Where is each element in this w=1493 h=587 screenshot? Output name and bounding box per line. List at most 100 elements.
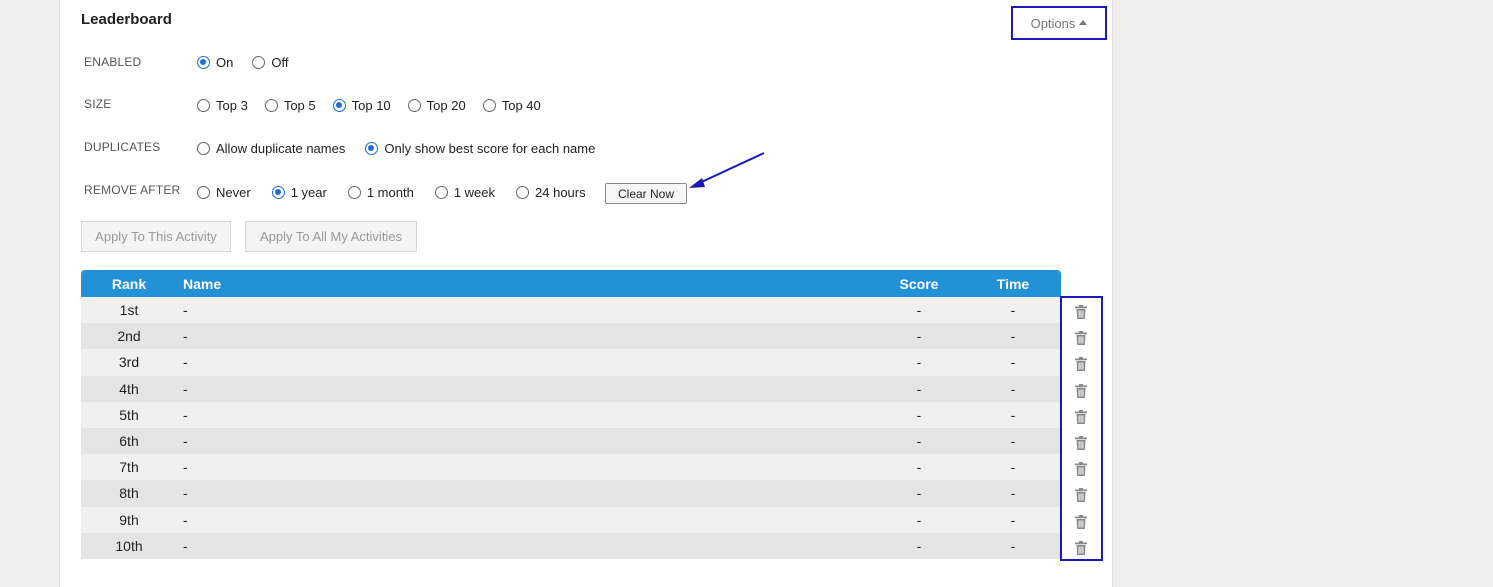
rank-cell: 5th xyxy=(119,406,139,423)
radio-unchecked[interactable] xyxy=(407,99,421,112)
trash-icon[interactable] xyxy=(1075,462,1087,477)
trash-icon[interactable] xyxy=(1075,488,1087,503)
radio-label: 24 hours xyxy=(535,185,586,200)
remove-option-1-week[interactable]: 1 week xyxy=(434,185,496,200)
radio-unchecked[interactable] xyxy=(197,142,210,155)
remove-option-never[interactable]: Never xyxy=(197,185,251,200)
time-cell: - xyxy=(1010,485,1016,502)
enabled-radio-group: On Off xyxy=(197,55,305,70)
size-label: SIZE xyxy=(84,97,112,111)
rank-cell: 2nd xyxy=(117,328,141,345)
table-row: 4th - - - xyxy=(81,375,1061,402)
score-cell: - xyxy=(916,485,922,502)
name-cell: - xyxy=(183,380,188,397)
time-cell: - xyxy=(1010,433,1016,450)
score-cell: - xyxy=(916,433,922,450)
radio-unchecked[interactable] xyxy=(264,99,278,112)
name-cell: - xyxy=(183,511,188,528)
name-cell: - xyxy=(183,433,188,450)
size-option-top20[interactable]: Top 20 xyxy=(407,98,466,113)
trash-icon[interactable] xyxy=(1075,305,1087,319)
table-header: Rank Name Score Time xyxy=(81,270,1061,297)
remove-after-label: REMOVE AFTER xyxy=(84,183,181,197)
options-label: Options xyxy=(1030,15,1076,31)
enabled-option-off[interactable]: Off xyxy=(252,55,288,70)
trash-icon[interactable] xyxy=(1075,331,1087,346)
radio-unchecked[interactable] xyxy=(197,186,210,199)
name-cell: - xyxy=(183,328,188,345)
radio-unchecked[interactable] xyxy=(347,186,361,199)
radio-label: Top 3 xyxy=(216,98,248,113)
score-cell: - xyxy=(916,328,922,345)
duplicates-radio-group: Allow duplicate names Only show best sco… xyxy=(197,141,612,156)
leaderboard-table: Rank Name Score Time 1st - - -2nd - - -3rd - - -4… xyxy=(81,270,1061,559)
rank-cell: 1st xyxy=(119,302,139,319)
score-cell: - xyxy=(916,537,922,554)
page-title: Leaderboard xyxy=(81,11,172,28)
radio-label: Allow duplicate names xyxy=(216,141,346,156)
rank-cell: 10th xyxy=(115,537,143,554)
radio-label: Only show best score for each name xyxy=(384,141,596,156)
size-option-top10[interactable]: Top 10 xyxy=(332,98,391,113)
table-row: 3rd - - - xyxy=(81,349,1061,376)
header-name: Name xyxy=(183,275,222,292)
duplicates-option-best-only[interactable]: Only show best score for each name xyxy=(365,141,595,156)
name-cell: - xyxy=(183,459,188,476)
trash-icon[interactable] xyxy=(1075,357,1087,372)
remove-option-1-year[interactable]: 1 year xyxy=(271,185,327,200)
time-cell: - xyxy=(1010,537,1016,554)
radio-unchecked[interactable] xyxy=(252,56,266,69)
apply-to-all-activities-button[interactable]: Apply To All My Activities xyxy=(245,221,417,252)
remove-option-1-month[interactable]: 1 month xyxy=(347,185,414,200)
name-cell: - xyxy=(183,406,188,423)
radio-checked[interactable] xyxy=(332,99,346,112)
size-option-top40[interactable]: Top 40 xyxy=(482,98,541,113)
size-option-top5[interactable]: Top 5 xyxy=(264,98,316,113)
enabled-option-on[interactable]: On xyxy=(197,55,233,70)
duplicates-label: DUPLICATES xyxy=(84,140,161,154)
rank-cell: 6th xyxy=(119,433,139,450)
size-option-top3[interactable]: Top 3 xyxy=(197,98,248,113)
trash-icon[interactable] xyxy=(1075,540,1087,555)
radio-unchecked[interactable] xyxy=(434,186,448,199)
radio-unchecked[interactable] xyxy=(516,186,530,199)
table-row: 8th - - - xyxy=(81,480,1061,507)
remove-after-radio-group: Never 1 year 1 month 1 week 24 hours xyxy=(197,185,603,200)
radio-label: Never xyxy=(216,185,251,200)
score-cell: - xyxy=(916,459,922,476)
rank-cell: 8th xyxy=(119,485,139,502)
score-cell: - xyxy=(916,511,922,528)
radio-unchecked[interactable] xyxy=(197,99,210,112)
clear-now-button[interactable]: Clear Now xyxy=(605,183,687,204)
table-row: 2nd - - - xyxy=(81,323,1061,350)
delete-column-highlight xyxy=(1060,296,1103,561)
radio-label: Top 5 xyxy=(283,98,316,113)
enabled-label: ENABLED xyxy=(84,55,142,69)
table-row: 6th - - - xyxy=(81,427,1061,455)
name-cell: - xyxy=(183,354,188,371)
table-row: 7th - - - xyxy=(81,454,1061,481)
trash-icon[interactable] xyxy=(1075,409,1087,424)
radio-unchecked[interactable] xyxy=(482,99,496,112)
header-score: Score xyxy=(899,275,939,292)
time-cell: - xyxy=(1010,459,1016,476)
radio-checked[interactable] xyxy=(271,186,285,199)
score-cell: - xyxy=(916,302,922,319)
apply-to-this-activity-button[interactable]: Apply To This Activity xyxy=(81,221,231,252)
duplicates-option-allow[interactable]: Allow duplicate names xyxy=(197,141,345,156)
trash-icon[interactable] xyxy=(1075,383,1087,398)
radio-checked[interactable] xyxy=(197,56,210,69)
trash-icon[interactable] xyxy=(1075,436,1087,450)
arrow-icon xyxy=(689,152,765,188)
radio-checked[interactable] xyxy=(365,142,379,155)
radio-label: 1 week xyxy=(453,185,496,200)
name-cell: - xyxy=(183,302,188,319)
rank-cell: 3rd xyxy=(118,354,140,371)
trash-icon[interactable] xyxy=(1075,514,1087,529)
rank-cell: 7th xyxy=(119,459,139,476)
radio-label: On xyxy=(216,55,234,70)
time-cell: - xyxy=(1010,328,1016,345)
header-time: Time xyxy=(996,275,1030,292)
options-button[interactable]: Options xyxy=(1011,6,1107,40)
remove-option-24-hours[interactable]: 24 hours xyxy=(516,185,586,200)
